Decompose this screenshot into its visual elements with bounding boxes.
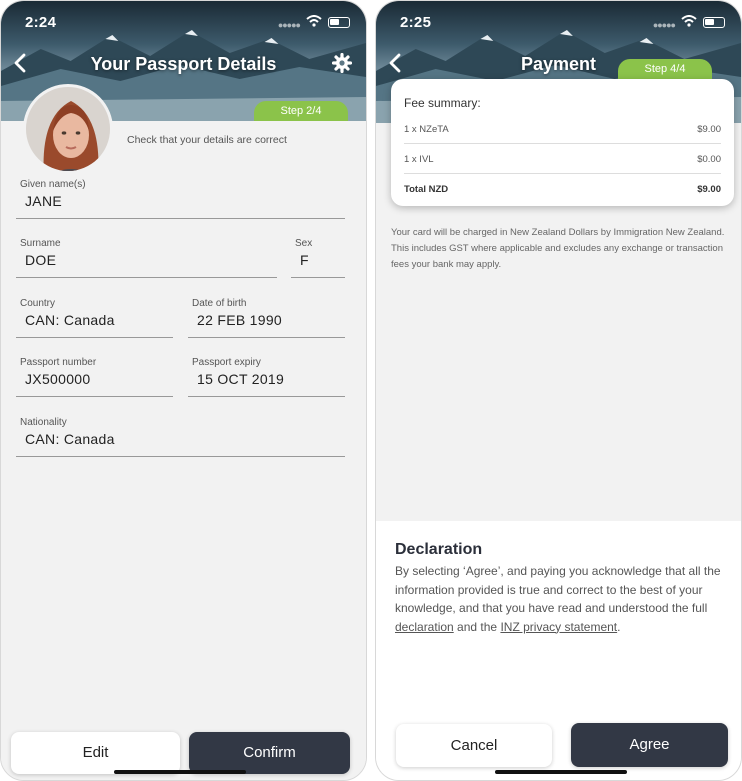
declaration-text-middle: and the (453, 619, 501, 634)
passport-number-label: Passport number (20, 357, 97, 368)
country-label: Country (20, 298, 56, 309)
passport-number-field[interactable]: Passport number JX500000 (16, 357, 173, 397)
signal-icon: ●●●●● (277, 20, 301, 30)
passport-expiry-label: Passport expiry (192, 357, 261, 368)
country-value: CAN: Canada (25, 312, 115, 328)
page-title: Your Passport Details (90, 54, 277, 74)
given-names-value: JANE (25, 193, 62, 209)
passport-photo-avatar (23, 84, 113, 174)
check-details-hint: Check that your details are correct (127, 134, 287, 146)
fee-item-name: 1 x IVL (404, 154, 434, 165)
surname-label: Surname (20, 238, 61, 249)
passport-expiry-value: 15 OCT 2019 (197, 371, 285, 387)
dob-field[interactable]: Date of birth 22 FEB 1990 (188, 298, 345, 338)
fee-row: 1 x IVL $0.00 (404, 144, 721, 174)
gear-icon[interactable] (332, 53, 352, 73)
nav-bar: Your Passport Details (1, 47, 366, 81)
declaration-text: By selecting ‘Agree’, and paying you ack… (395, 562, 725, 636)
fee-total-label: Total NZD (404, 184, 449, 195)
privacy-statement-link[interactable]: INZ privacy statement (500, 620, 617, 634)
fee-row: 1 x NZeTA $9.00 (404, 114, 721, 144)
passport-expiry-field[interactable]: Passport expiry 15 OCT 2019 (188, 357, 345, 397)
fee-item-amount: $9.00 (697, 124, 721, 135)
declaration-link[interactable]: declaration (395, 620, 454, 634)
country-field[interactable]: Country CAN: Canada (16, 298, 173, 338)
fee-summary-card: Fee summary: 1 x NZeTA $9.00 1 x IVL $0.… (391, 79, 734, 206)
fee-item-amount: $0.00 (697, 154, 721, 165)
confirm-button[interactable]: Confirm (189, 732, 350, 774)
agree-button[interactable]: Agree (571, 723, 728, 767)
battery-icon (703, 17, 725, 28)
fee-item-name: 1 x NZeTA (404, 124, 449, 135)
wifi-icon (306, 15, 322, 27)
step-indicator: Step 4/4 (618, 59, 712, 81)
declaration-text-end: . (617, 619, 621, 634)
status-time: 2:24 (25, 14, 57, 31)
sex-label: Sex (295, 238, 313, 249)
given-names-label: Given name(s) (20, 179, 86, 190)
status-time: 2:25 (400, 14, 432, 31)
home-indicator[interactable] (495, 770, 627, 774)
fee-summary-title: Fee summary: (404, 96, 481, 110)
status-bar: 2:24 ●●●●● (1, 1, 366, 41)
battery-icon (328, 17, 350, 28)
home-indicator[interactable] (114, 770, 246, 774)
given-names-field[interactable]: Given name(s) JANE (16, 179, 345, 219)
edit-button[interactable]: Edit (11, 732, 180, 774)
nationality-label: Nationality (20, 417, 67, 428)
currency-charge-note: Your card will be charged in New Zealand… (391, 227, 725, 270)
status-bar: 2:25 ●●●●● (376, 1, 741, 41)
declaration-title: Declaration (395, 541, 483, 558)
dob-label: Date of birth (192, 298, 247, 309)
fee-total-amount: $9.00 (697, 184, 721, 195)
passport-details-screen: 2:24 ●●●●● Your Passport Details Step 2/… (0, 0, 367, 781)
nationality-field[interactable]: Nationality CAN: Canada (16, 417, 345, 457)
fee-total-row: Total NZD $9.00 (404, 174, 721, 204)
declaration-text-before: By selecting ‘Agree’, and paying you ack… (395, 564, 721, 615)
surname-field[interactable]: Surname DOE (16, 238, 277, 278)
surname-value: DOE (25, 252, 57, 268)
dob-value: 22 FEB 1990 (197, 312, 283, 328)
payment-screen: 2:25 ●●●●● Payment Step 4/4 Fee summary:… (375, 0, 742, 781)
signal-icon: ●●●●● (652, 20, 676, 30)
passport-number-value: JX500000 (25, 371, 91, 387)
wifi-icon (681, 15, 697, 27)
sex-value: F (300, 252, 309, 268)
nationality-value: CAN: Canada (25, 431, 115, 447)
step-indicator: Step 2/4 (254, 101, 348, 123)
cancel-button[interactable]: Cancel (396, 724, 552, 767)
sex-field[interactable]: Sex F (291, 238, 345, 278)
